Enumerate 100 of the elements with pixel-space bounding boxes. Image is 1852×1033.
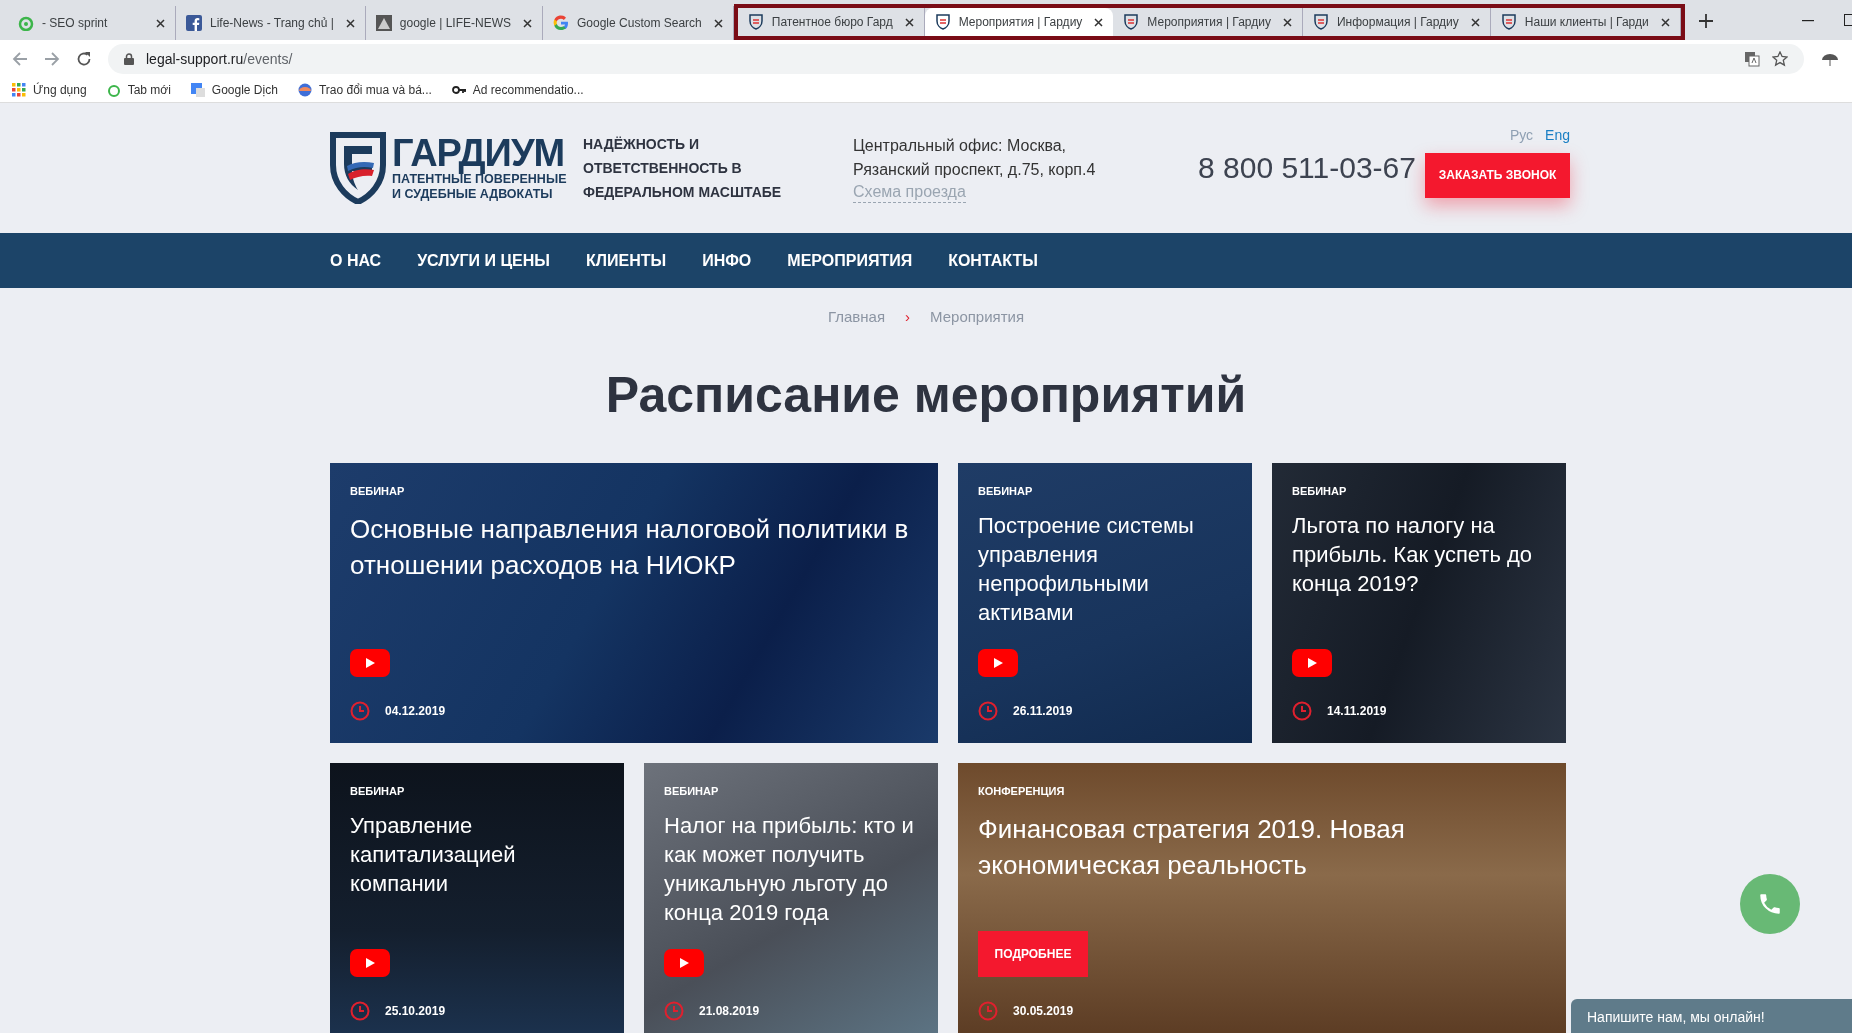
event-card[interactable]: ВЕБИНАР Основные направления налоговой политики в отношении расходов на НИОКР 04.12.2019: [330, 463, 938, 743]
clock-icon: [1292, 701, 1312, 721]
chat-bar[interactable]: Напишите нам, мы онлайн!: [1571, 999, 1852, 1033]
nav-link[interactable]: КОНТАКТЫ: [948, 251, 1038, 270]
play-button[interactable]: [350, 949, 390, 977]
event-card[interactable]: ВЕБИНАР Управление капитализацией компании 25.10.2019: [330, 763, 624, 1033]
breadcrumb-separator: ›: [905, 308, 911, 325]
tab-close-icon[interactable]: [1094, 17, 1104, 27]
tab-favicon-icon: [1500, 14, 1517, 30]
event-date: 21.08.2019: [699, 1004, 760, 1018]
logo-name: ГАРДИУМ: [392, 134, 566, 172]
tab-favicon-icon: [934, 14, 951, 30]
tab-close-icon[interactable]: [156, 18, 165, 28]
browser-tab[interactable]: Мероприятия | Гардиу: [924, 8, 1114, 36]
tab-close-icon[interactable]: [1660, 17, 1670, 27]
tab-close-icon[interactable]: [904, 17, 914, 27]
event-title[interactable]: Управление капитализацией компании: [350, 811, 604, 898]
play-icon: [364, 957, 376, 969]
tab-close-icon[interactable]: [345, 18, 355, 28]
tagline-line: ФЕДЕРАЛЬНОМ МАСШТАБЕ: [583, 183, 783, 202]
office-address-line: Рязанский проспект, д.75, корп.4: [853, 159, 1097, 180]
office-address-line: Центральный офис: Москва,: [853, 135, 1068, 156]
nav-link[interactable]: КЛИЕНТЫ: [586, 251, 667, 270]
tab-favicon-icon: [747, 14, 764, 30]
clock-icon: [978, 1001, 998, 1021]
event-title[interactable]: Финансовая стратегия 2019. Новая экономическая реальность: [978, 811, 1546, 883]
browser-tab[interactable]: Патентное бюро Гард: [737, 8, 925, 36]
play-button[interactable]: [978, 649, 1018, 677]
play-button[interactable]: [350, 649, 390, 677]
event-card[interactable]: ВЕБИНАР Налог на прибыль: кто и как может получить уникальную льготу до конца 2019 года 21.08.2019: [644, 763, 938, 1033]
tagline-line: НАДЁЖНОСТЬ И: [583, 135, 701, 154]
event-type: ВЕБИНАР: [350, 785, 405, 797]
nav-link[interactable]: МЕРОПРИЯТИЯ: [787, 251, 913, 270]
tab-favicon-icon: [553, 15, 569, 31]
clock-icon: [350, 1001, 370, 1021]
browser-tab[interactable]: Наши клиенты | Гарди: [1490, 8, 1681, 36]
play-icon: [678, 957, 690, 969]
play-button[interactable]: [1292, 649, 1332, 677]
forward-icon[interactable]: [44, 51, 60, 67]
tab-favicon-icon: [18, 15, 34, 31]
lock-icon: [124, 53, 134, 65]
star-icon[interactable]: [1772, 51, 1788, 67]
tab-favicon-icon: [375, 15, 392, 31]
logo-subtitle: И СУДЕБНЫЕ АДВОКАТЫ: [392, 187, 554, 202]
site-logo[interactable]: ГАРДИУМ ПАТЕНТНЫЕ ПОВЕРЕННЫЕ И СУДЕБНЫЕ АДВОКАТЫ: [330, 132, 583, 204]
back-icon[interactable]: [12, 51, 28, 67]
clock-icon: [664, 1001, 684, 1021]
clock-icon: [978, 701, 998, 721]
bookmark-item[interactable]: Tab mới: [106, 83, 171, 97]
bookmark-icon: [297, 83, 312, 97]
event-type: ВЕБИНАР: [350, 485, 405, 497]
tab-favicon-icon: [186, 15, 202, 31]
bookmark-item[interactable]: Ad recommendatio...: [451, 83, 584, 97]
event-title[interactable]: Построение системы управления непрофильными активами: [978, 511, 1232, 627]
browser-tab[interactable]: Мероприятия | Гардиу: [1113, 8, 1303, 36]
bookmark-item[interactable]: Ứng dụng: [12, 83, 87, 97]
event-type: ВЕБИНАР: [664, 785, 719, 797]
play-icon: [1306, 657, 1318, 669]
event-date: 26.11.2019: [1013, 704, 1073, 718]
bookmark-icon: [12, 83, 26, 97]
event-date: 25.10.2019: [385, 1004, 446, 1018]
event-title[interactable]: Льгота по налогу на прибыль. Как успеть до конца 2019?: [1292, 511, 1546, 598]
tab-close-icon[interactable]: [1282, 17, 1292, 27]
nav-link[interactable]: ИНФО: [702, 251, 752, 270]
event-card[interactable]: ВЕБИНАР Льгота по налогу на прибыль. Как успеть до конца 2019? 14.11.2019: [1272, 463, 1566, 743]
event-title[interactable]: Налог на прибыль: кто и как может получить уникальную льготу до конца 2019 года: [664, 811, 918, 927]
tab-favicon-icon: [1312, 14, 1329, 30]
details-button[interactable]: ПОДРОБНЕЕ: [978, 931, 1088, 977]
reload-icon[interactable]: [76, 51, 92, 67]
language-link[interactable]: Eng: [1545, 126, 1570, 143]
bookmark-icon: [190, 83, 205, 97]
new-tab-icon[interactable]: [1698, 14, 1713, 28]
event-type: КОНФЕРЕНЦИЯ: [978, 785, 1065, 797]
callback-button[interactable]: ЗАКАЗАТЬ ЗВОНОК: [1425, 152, 1570, 198]
event-date: 30.05.2019: [1013, 1004, 1074, 1018]
phone-icon: [1757, 891, 1783, 917]
bookmark-icon: [106, 83, 121, 97]
phone-number[interactable]: 8 800 511-03-67: [1198, 151, 1425, 185]
bookmark-item[interactable]: Trao đổi mua và bá...: [297, 83, 432, 97]
translate-icon[interactable]: [1744, 51, 1760, 67]
url-text: legal-support.ru/events/: [146, 51, 293, 67]
event-title[interactable]: Основные направления налоговой политики в отношении расходов на НИОКР: [350, 511, 918, 583]
bookmark-item[interactable]: Google Dịch: [190, 83, 278, 97]
tab-favicon-icon: [1123, 14, 1140, 30]
bookmark-icon: [451, 83, 466, 97]
event-card[interactable]: КОНФЕРЕНЦИЯ Финансовая стратегия 2019. Новая экономическая реальность ПОДРОБНЕЕ 30.05.2019: [958, 763, 1566, 1033]
play-button[interactable]: [664, 949, 704, 977]
tab-close-icon[interactable]: [713, 18, 723, 28]
nav-link[interactable]: О НАС: [330, 251, 382, 270]
event-date: 14.11.2019: [1327, 704, 1387, 718]
event-type: ВЕБИНАР: [978, 485, 1033, 497]
browser-tab[interactable]: Информация | Гардиу: [1302, 8, 1491, 36]
tab-close-icon[interactable]: [1470, 17, 1480, 27]
event-card[interactable]: ВЕБИНАР Построение системы управления непрофильными активами 26.11.2019: [958, 463, 1252, 743]
breadcrumb-current: Мероприятия: [930, 308, 1025, 325]
minimize-icon[interactable]: [1802, 20, 1814, 22]
nav-link[interactable]: УСЛУГИ И ЦЕНЫ: [417, 251, 550, 270]
tab-close-icon[interactable]: [523, 18, 532, 28]
address-bar[interactable]: legal-support.ru/events/: [108, 44, 1804, 74]
tagline-line: ОТВЕТСТВЕННОСТЬ В: [583, 159, 743, 178]
